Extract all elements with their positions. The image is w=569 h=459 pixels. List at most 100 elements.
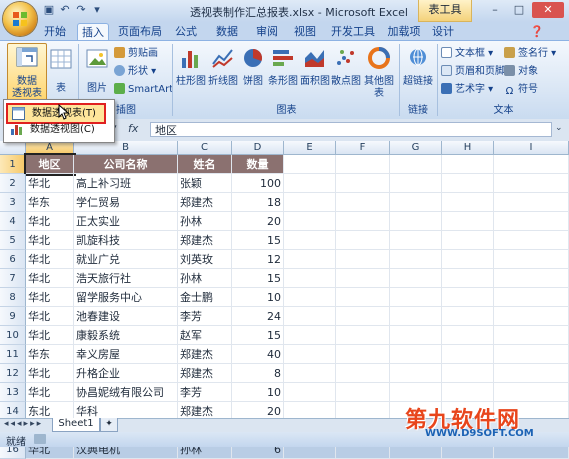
table-cell[interactable]: 8 xyxy=(232,364,284,383)
table-cell[interactable]: 刘英玫 xyxy=(178,250,232,269)
maximize-button[interactable]: □ xyxy=(508,2,530,18)
row-header[interactable]: 1 xyxy=(0,155,26,174)
table-cell[interactable]: 赵军 xyxy=(178,326,232,345)
table-header-cell[interactable]: 地区 xyxy=(24,153,76,176)
empty-cell[interactable] xyxy=(284,345,336,364)
empty-cell[interactable] xyxy=(284,269,336,288)
row-header[interactable]: 13 xyxy=(0,383,26,402)
row-header[interactable]: 6 xyxy=(0,250,26,269)
table-cell[interactable]: 金士鹏 xyxy=(178,288,232,307)
empty-cell[interactable] xyxy=(284,307,336,326)
table-cell[interactable]: 就业广兑 xyxy=(74,250,178,269)
table-cell[interactable]: 华北 xyxy=(26,326,74,345)
empty-cell[interactable] xyxy=(336,326,390,345)
empty-cell[interactable] xyxy=(390,212,442,231)
tab-view[interactable]: 视图 xyxy=(290,23,320,41)
column-header-I[interactable]: I xyxy=(494,141,569,154)
table-cell[interactable]: 郑建杰 xyxy=(178,193,232,212)
area-chart-button[interactable]: 面积图 xyxy=(299,46,331,88)
empty-cell[interactable] xyxy=(442,345,494,364)
insert-sheet-icon[interactable]: ✦ xyxy=(100,418,118,432)
empty-cell[interactable] xyxy=(336,269,390,288)
table-cell[interactable]: 20 xyxy=(232,212,284,231)
help-icon[interactable]: ❓ xyxy=(530,25,544,38)
empty-cell[interactable] xyxy=(284,193,336,212)
column-header-H[interactable]: H xyxy=(442,141,494,154)
empty-cell[interactable] xyxy=(284,155,336,174)
empty-cell[interactable] xyxy=(284,174,336,193)
table-cell[interactable]: 留学服务中心 xyxy=(74,288,178,307)
table-header-cell[interactable]: 公司名称 xyxy=(74,155,178,174)
empty-cell[interactable] xyxy=(390,326,442,345)
empty-cell[interactable] xyxy=(336,212,390,231)
empty-cell[interactable] xyxy=(494,250,569,269)
empty-cell[interactable] xyxy=(336,383,390,402)
table-cell[interactable]: 15 xyxy=(232,326,284,345)
table-cell[interactable]: 华北 xyxy=(26,269,74,288)
empty-cell[interactable] xyxy=(390,307,442,326)
empty-cell[interactable] xyxy=(442,193,494,212)
pie-chart-button[interactable]: 饼图 xyxy=(239,46,267,88)
office-button[interactable] xyxy=(3,2,37,36)
tab-review[interactable]: 审阅 xyxy=(252,23,282,41)
table-cell[interactable]: 15 xyxy=(232,269,284,288)
tab-developer[interactable]: 开发工具 xyxy=(328,23,378,41)
empty-cell[interactable] xyxy=(494,231,569,250)
table-cell[interactable]: 12 xyxy=(232,250,284,269)
table-cell[interactable]: 郑建杰 xyxy=(178,364,232,383)
column-header-D[interactable]: D xyxy=(232,141,284,154)
save-icon[interactable]: ▣ xyxy=(42,3,56,17)
table-cell[interactable]: 孙林 xyxy=(178,269,232,288)
textbox-button[interactable]: 文本框 ▾ xyxy=(441,46,493,61)
empty-cell[interactable] xyxy=(390,269,442,288)
symbol-button[interactable]: Ω 符号 xyxy=(504,82,538,97)
empty-cell[interactable] xyxy=(442,155,494,174)
table-cell[interactable]: 浩天旅行社 xyxy=(74,269,178,288)
table-cell[interactable]: 华东 xyxy=(26,193,74,212)
empty-cell[interactable] xyxy=(284,364,336,383)
formula-input[interactable]: 地区 xyxy=(150,122,552,137)
empty-cell[interactable] xyxy=(494,288,569,307)
empty-cell[interactable] xyxy=(442,231,494,250)
empty-cell[interactable] xyxy=(336,345,390,364)
empty-cell[interactable] xyxy=(284,326,336,345)
table-cell[interactable]: 郑建杰 xyxy=(178,231,232,250)
row-header[interactable]: 8 xyxy=(0,288,26,307)
table-cell[interactable]: 协昌妮绒有限公司 xyxy=(74,383,178,402)
table-cell[interactable]: 郑建杰 xyxy=(178,345,232,364)
line-chart-button[interactable]: 折线图 xyxy=(207,46,239,88)
row-header[interactable]: 11 xyxy=(0,345,26,364)
table-cell[interactable]: 10 xyxy=(232,288,284,307)
table-cell[interactable]: 华北 xyxy=(26,231,74,250)
empty-cell[interactable] xyxy=(390,174,442,193)
empty-cell[interactable] xyxy=(494,212,569,231)
row-header[interactable]: 4 xyxy=(0,212,26,231)
sheet-tab[interactable]: Sheet1 xyxy=(52,418,100,432)
empty-cell[interactable] xyxy=(336,364,390,383)
table-cell[interactable]: 升格企业 xyxy=(74,364,178,383)
scatter-chart-button[interactable]: 散点图 xyxy=(331,46,361,88)
column-header-F[interactable]: F xyxy=(336,141,390,154)
empty-cell[interactable] xyxy=(336,231,390,250)
table-header-cell[interactable]: 姓名 xyxy=(178,155,232,174)
other-chart-button[interactable]: 其他图表 xyxy=(361,46,397,100)
macro-record-icon[interactable] xyxy=(34,434,46,444)
signature-line-button[interactable]: 签名行 ▾ xyxy=(504,46,556,61)
table-cell[interactable]: 孙林 xyxy=(178,212,232,231)
table-cell[interactable]: 华北 xyxy=(26,288,74,307)
header-footer-button[interactable]: 页眉和页脚 xyxy=(441,64,505,79)
table-cell[interactable]: 18 xyxy=(232,193,284,212)
row-header[interactable]: 10 xyxy=(0,326,26,345)
table-cell[interactable]: 100 xyxy=(232,174,284,193)
table-cell[interactable]: 张颖 xyxy=(178,174,232,193)
smartart-button[interactable]: SmartArt xyxy=(114,82,173,97)
redo-icon[interactable]: ↷ xyxy=(74,3,88,17)
tab-formulas[interactable]: 公式 xyxy=(171,23,201,41)
row-header[interactable]: 5 xyxy=(0,231,26,250)
picture-button[interactable]: 图片 xyxy=(84,47,110,95)
empty-cell[interactable] xyxy=(284,383,336,402)
empty-cell[interactable] xyxy=(494,326,569,345)
tab-page-layout[interactable]: 页面布局 xyxy=(115,23,165,41)
row-header[interactable]: 2 xyxy=(0,174,26,193)
row-header[interactable]: 12 xyxy=(0,364,26,383)
